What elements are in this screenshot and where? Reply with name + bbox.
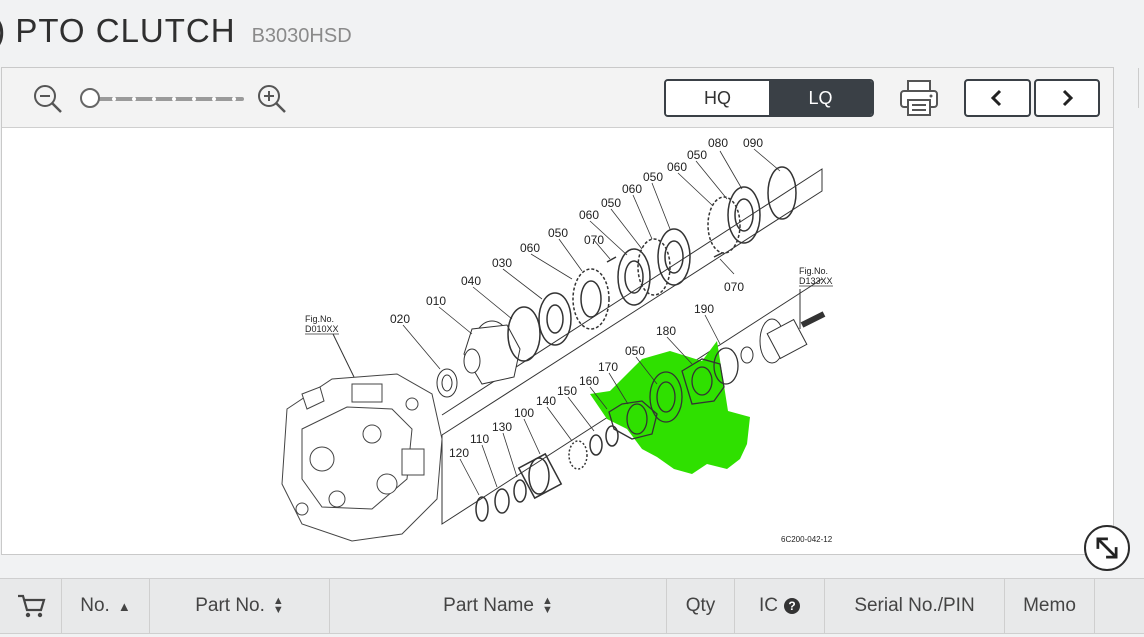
sort-icon: ▲ ▼ xyxy=(541,595,553,616)
quality-lq-button[interactable]: LQ xyxy=(769,81,872,115)
label-060: 060 xyxy=(579,208,599,222)
label-070: 070 xyxy=(584,233,604,247)
label-030: 030 xyxy=(492,256,512,270)
label-150: 150 xyxy=(557,384,577,398)
label-110: 110 xyxy=(470,432,489,446)
viewer-toolbar: HQ LQ xyxy=(2,68,1113,128)
diagram-viewer: HQ LQ 080 090 050 060 050 060 050 060 07… xyxy=(1,67,1114,555)
back-icon[interactable]: ) xyxy=(0,12,5,51)
column-qty: Qty xyxy=(667,579,735,633)
label-100: 100 xyxy=(514,406,534,420)
quality-hq-button[interactable]: HQ xyxy=(666,81,769,115)
column-no-label: No. xyxy=(80,595,110,616)
model-name: B3030HSD xyxy=(251,25,352,47)
column-ic-label: IC xyxy=(759,595,778,616)
parts-table-header: No. ▲ Part No. ▲ ▼ Part Name ▲ ▼ Qty IC ? … xyxy=(0,578,1144,634)
column-memo-label: Memo xyxy=(1023,595,1076,616)
exploded-parts-diagram: 080 090 050 060 050 060 050 060 070 050 … xyxy=(281,136,833,544)
label-050: 050 xyxy=(643,170,663,184)
label-040: 040 xyxy=(461,274,481,288)
column-qty-label: Qty xyxy=(685,595,716,616)
drawing-code: 6C200-042-12 xyxy=(781,535,833,544)
printer-icon[interactable] xyxy=(898,78,940,118)
label-050: 050 xyxy=(601,196,621,210)
label-050: 050 xyxy=(548,226,568,240)
label-020: 020 xyxy=(390,312,410,326)
fig-ref-right-code[interactable]: D133XX xyxy=(799,276,833,286)
column-memo: Memo xyxy=(1005,579,1095,633)
column-part-no-label: Part No. xyxy=(195,595,265,616)
label-190: 190 xyxy=(694,302,714,316)
prev-figure-button[interactable] xyxy=(964,79,1031,117)
label-080: 080 xyxy=(708,136,728,150)
zoom-out-icon[interactable] xyxy=(32,83,64,115)
label-070: 070 xyxy=(724,280,744,294)
label-120: 120 xyxy=(449,446,469,460)
quality-toggle: HQ LQ xyxy=(664,79,874,117)
pto-shaft xyxy=(740,311,826,364)
fig-ref-left-label[interactable]: Fig.No. xyxy=(305,314,334,324)
column-ic: IC ? xyxy=(735,579,825,633)
label-170: 170 xyxy=(598,360,618,374)
label-140: 140 xyxy=(536,394,556,408)
label-060: 060 xyxy=(520,241,540,255)
label-060: 060 xyxy=(667,160,687,174)
next-figure-button[interactable] xyxy=(1033,79,1100,117)
cart-icon xyxy=(17,594,45,618)
page: ) PTO CLUTCH B3030HSD xyxy=(0,0,1144,637)
chevron-left-icon xyxy=(991,89,1002,107)
page-title: PTO CLUTCH xyxy=(15,12,236,49)
column-part-no[interactable]: Part No. ▲ ▼ xyxy=(150,579,330,633)
figure-navigation xyxy=(964,79,1100,117)
cart-column[interactable] xyxy=(0,579,62,633)
zoom-slider[interactable] xyxy=(80,88,244,108)
page-header: ) PTO CLUTCH B3030HSD xyxy=(0,12,352,58)
column-part-name[interactable]: Part Name ▲ ▼ xyxy=(330,579,667,633)
column-no[interactable]: No. ▲ xyxy=(62,579,150,633)
label-050: 050 xyxy=(625,344,645,358)
sort-icon: ▲ ▼ xyxy=(272,595,284,616)
side-panel-edge xyxy=(1138,68,1144,108)
label-010: 010 xyxy=(426,294,446,308)
label-160: 160 xyxy=(579,374,599,388)
chevron-right-icon xyxy=(1062,89,1073,107)
label-180: 180 xyxy=(656,324,676,338)
label-060: 060 xyxy=(622,182,642,196)
expand-arrows-icon[interactable] xyxy=(1084,525,1130,571)
label-090: 090 xyxy=(743,136,763,150)
label-130: 130 xyxy=(492,420,512,434)
fig-ref-right-label[interactable]: Fig.No. xyxy=(799,266,828,276)
zoom-slider-thumb[interactable] xyxy=(80,88,100,108)
sort-asc-icon: ▲ xyxy=(117,598,131,614)
column-serial-label: Serial No./PIN xyxy=(854,595,975,616)
label-050: 050 xyxy=(687,148,707,162)
column-filler xyxy=(1095,579,1144,633)
column-part-name-label: Part Name xyxy=(443,595,534,616)
fig-ref-left-code[interactable]: D010XX xyxy=(305,324,339,334)
column-serial: Serial No./PIN xyxy=(825,579,1005,633)
help-icon[interactable]: ? xyxy=(784,598,800,614)
zoom-in-icon[interactable] xyxy=(256,83,288,115)
transmission-housing xyxy=(281,373,443,542)
